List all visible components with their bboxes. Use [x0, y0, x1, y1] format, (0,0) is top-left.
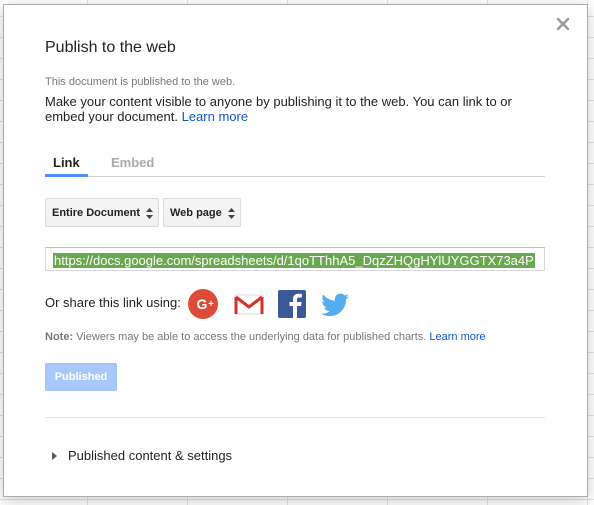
- divider: [45, 417, 545, 418]
- twitter-icon[interactable]: [319, 288, 351, 320]
- scope-select-value: Entire Document: [52, 207, 141, 219]
- publish-dialog: Publish to the web This document is publ…: [3, 4, 588, 497]
- published-url-text: https://docs.google.com/spreadsheets/d/1…: [53, 253, 535, 268]
- note-body: Viewers may be able to access the underl…: [76, 331, 427, 343]
- google-plus-icon[interactable]: G +: [187, 288, 219, 320]
- gmail-icon[interactable]: [233, 288, 265, 320]
- note-learn-more-link[interactable]: Learn more: [429, 331, 485, 343]
- tab-link[interactable]: Link: [45, 155, 88, 177]
- format-select[interactable]: Web page: [163, 198, 241, 227]
- facebook-icon[interactable]: [276, 288, 308, 320]
- svg-text:G: G: [197, 296, 208, 312]
- svg-text:+: +: [208, 299, 214, 310]
- published-settings-toggle[interactable]: Published content & settings: [52, 448, 232, 463]
- tab-embed[interactable]: Embed: [111, 155, 154, 177]
- close-icon[interactable]: [556, 17, 570, 31]
- settings-toggle-label: Published content & settings: [68, 448, 233, 463]
- tab-bar: Link Embed: [45, 155, 545, 177]
- description-text: Make your content visible to anyone by p…: [45, 94, 512, 124]
- published-url-field[interactable]: https://docs.google.com/spreadsheets/d/1…: [45, 247, 545, 271]
- format-select-value: Web page: [170, 207, 222, 219]
- publish-status: This document is published to the web.: [45, 76, 236, 88]
- updown-arrows-icon: [146, 208, 153, 219]
- note-prefix: Note:: [45, 331, 74, 343]
- scope-select[interactable]: Entire Document: [45, 198, 159, 227]
- note-text: Note: Viewers may be able to access the …: [45, 331, 486, 343]
- dialog-title: Publish to the web: [45, 39, 176, 56]
- published-button[interactable]: Published: [45, 363, 117, 391]
- dialog-description: Make your content visible to anyone by p…: [45, 94, 545, 124]
- share-label: Or share this link using:: [45, 295, 181, 310]
- updown-arrows-icon: [228, 208, 235, 219]
- expand-triangle-icon: [52, 452, 58, 460]
- learn-more-link[interactable]: Learn more: [182, 109, 248, 124]
